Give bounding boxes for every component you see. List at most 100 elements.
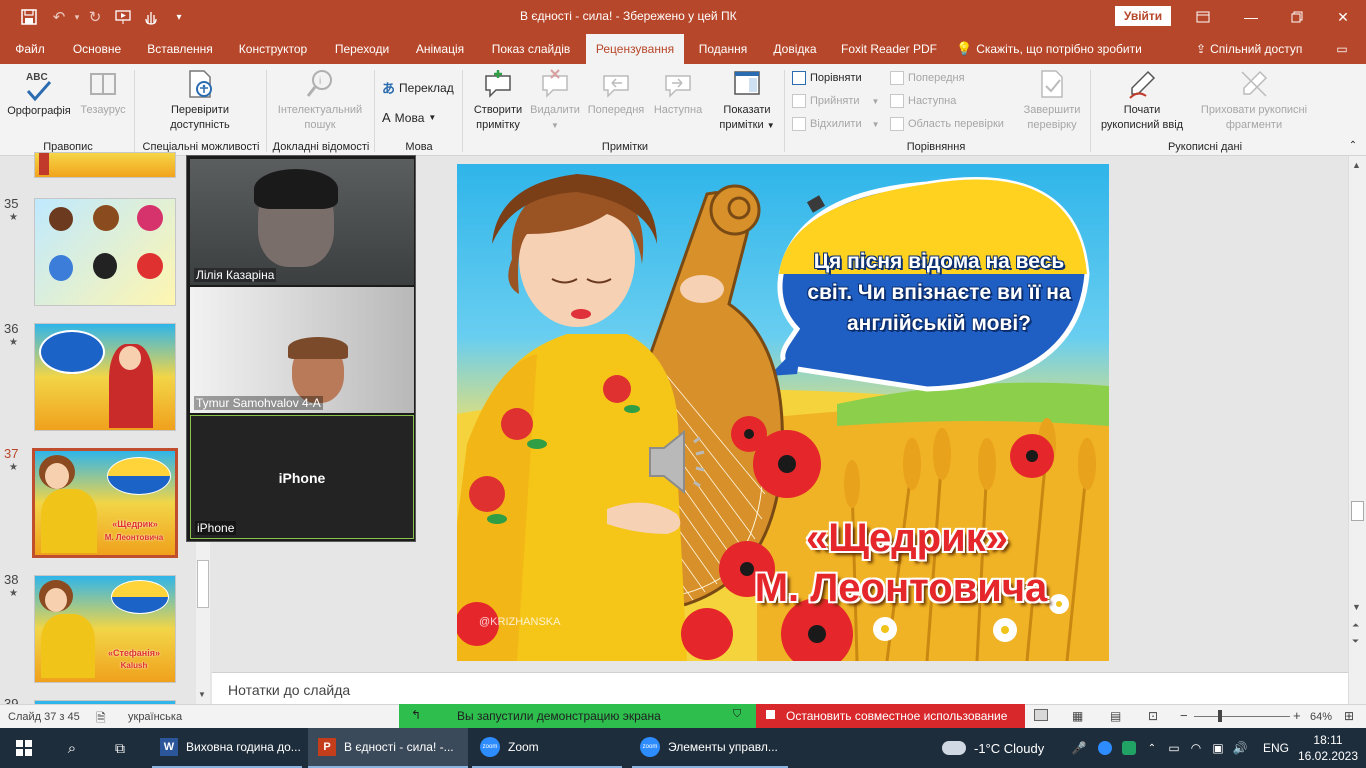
delete-comment-button[interactable]: Видалити ▼: [528, 68, 582, 133]
tab-slide-show[interactable]: Показ слайдів: [484, 34, 578, 64]
current-slide[interactable]: Ця пісня відома на весь світ. Чи впізнає…: [457, 164, 1109, 661]
slide-scrollbar[interactable]: ▲ ▼ ⏶ ⏷: [1348, 156, 1366, 704]
touch-mode-icon[interactable]: [140, 0, 162, 34]
redo-icon[interactable]: ↻: [84, 0, 106, 34]
slide-thumbnail-37[interactable]: «Щедрик» М. Леонтовича: [32, 448, 178, 558]
slide-counter[interactable]: Слайд 37 з 45: [8, 711, 80, 723]
video-tile-1[interactable]: Лілія Казаріна: [190, 159, 414, 285]
input-language[interactable]: ENG: [1262, 728, 1290, 768]
reading-view-icon[interactable]: ▤: [1110, 709, 1121, 723]
close-icon[interactable]: ✕: [1320, 0, 1366, 34]
clock-time: 18:11: [1313, 733, 1343, 747]
scroll-down-icon[interactable]: ▼: [198, 690, 206, 699]
slide-thumbnail-38[interactable]: «Стефанія» Kalush: [34, 575, 176, 683]
scroll-up-icon[interactable]: ▲: [1352, 160, 1361, 170]
hide-ink-button[interactable]: Приховати рукописні фрагменти: [1192, 68, 1316, 133]
volume-icon[interactable]: 🔊: [1232, 728, 1248, 768]
show-hidden-icons[interactable]: ⌃: [1144, 728, 1160, 768]
check-accessibility-button[interactable]: Перевірити доступність: [152, 68, 248, 133]
tab-foxit[interactable]: Foxit Reader PDF: [834, 34, 944, 64]
smart-lookup-button[interactable]: i Інтелектуальний пошук: [270, 68, 370, 133]
spelling-status-icon[interactable]: 🗎: [96, 709, 106, 730]
sign-in-button[interactable]: Увійти: [1115, 6, 1171, 26]
zoom-out-icon[interactable]: −: [1180, 708, 1188, 723]
tab-insert[interactable]: Вставлення: [140, 34, 220, 64]
scroll-down-icon[interactable]: ▼: [1352, 602, 1361, 612]
thumbnail-scroll-thumb[interactable]: [197, 560, 209, 608]
tab-design[interactable]: Конструктор: [230, 34, 316, 64]
compare-button[interactable]: Порівняти: [792, 71, 862, 85]
start-button[interactable]: [8, 728, 40, 768]
show-comments-button[interactable]: Показати примітки ▼: [714, 68, 780, 133]
save-icon[interactable]: [16, 0, 42, 34]
video-tile-3[interactable]: iPhone iPhone: [190, 415, 414, 539]
slide-scroll-thumb[interactable]: [1351, 501, 1364, 521]
notes-pane[interactable]: Нотатки до слайда: [212, 672, 1348, 704]
video-tile-2[interactable]: Tymur Samohvalov 4-А: [190, 287, 414, 413]
customize-toolbar-icon[interactable]: ▾: [172, 0, 186, 34]
previous-change-button[interactable]: Попередня: [890, 71, 965, 85]
minimize-icon[interactable]: —: [1228, 0, 1274, 34]
display-icon[interactable]: ▣: [1210, 728, 1226, 768]
ribbon-display-icon[interactable]: [1180, 0, 1226, 34]
zoom-level[interactable]: 64%: [1310, 711, 1332, 723]
previous-comment-button[interactable]: Попередня: [584, 68, 648, 118]
start-inking-button[interactable]: Почати рукописний ввід: [1094, 68, 1190, 133]
tell-me-search[interactable]: 💡 Скажіть, що потрібно зробити: [956, 34, 1152, 64]
weather-widget[interactable]: -1°C Cloudy: [942, 728, 1062, 768]
zoom-slider-thumb[interactable]: [1218, 710, 1222, 722]
taskbar-zoom-controls[interactable]: zoom Элементы управл...: [632, 728, 788, 768]
slide-thumbnail-35[interactable]: [34, 198, 176, 306]
previous-slide-icon[interactable]: ⏶: [1352, 620, 1359, 631]
zoom-video-panel[interactable]: Лілія Казаріна Tymur Samohvalov 4-А iPho…: [186, 155, 416, 542]
taskbar-word[interactable]: W Виховна година до...: [152, 728, 302, 768]
share-button[interactable]: ⇪ Спільний доступ: [1196, 34, 1318, 64]
task-view-icon[interactable]: ⧉: [104, 728, 136, 768]
tab-view[interactable]: Подання: [690, 34, 756, 64]
tray-app-icon[interactable]: [1120, 728, 1138, 768]
zoom-tray-icon[interactable]: [1096, 728, 1114, 768]
wifi-icon[interactable]: ◠: [1188, 728, 1204, 768]
present-from-start-icon[interactable]: [112, 0, 134, 34]
undo-dropdown-icon[interactable]: ▾: [70, 0, 84, 34]
slide-sorter-icon[interactable]: ▦: [1072, 709, 1083, 723]
slide-thumbnail-partial[interactable]: [34, 152, 176, 178]
comments-icon[interactable]: ▭: [1330, 34, 1354, 64]
language-status[interactable]: українська: [128, 711, 182, 723]
translate-button[interactable]: あ Переклад: [382, 78, 454, 97]
end-review-button[interactable]: Завершити перевірку: [1018, 68, 1086, 133]
fit-slide-icon[interactable]: ⊞: [1344, 709, 1354, 723]
collapse-ribbon-icon[interactable]: ⌃: [1346, 138, 1360, 153]
zoom-in-icon[interactable]: +: [1293, 708, 1301, 723]
clock[interactable]: 18:11 16.02.2023: [1298, 728, 1358, 768]
slide-thumbnail-36[interactable]: [34, 323, 176, 431]
undo-icon[interactable]: ↶: [48, 0, 70, 34]
search-icon[interactable]: ⌕: [56, 728, 88, 768]
stop-share-button[interactable]: Остановить совместное использование: [756, 704, 1025, 728]
network-icon[interactable]: ▭: [1166, 728, 1182, 768]
restore-icon[interactable]: [1274, 0, 1320, 34]
reviewing-pane-button[interactable]: Область перевірки: [890, 117, 1004, 131]
tab-animations[interactable]: Анімація: [406, 34, 474, 64]
microphone-icon[interactable]: 🎤: [1072, 728, 1087, 768]
slide-show-icon[interactable]: ⊡: [1148, 709, 1158, 723]
next-slide-icon[interactable]: ⏷: [1352, 636, 1359, 647]
thesaurus-button[interactable]: Тезаурус: [78, 68, 128, 118]
new-comment-button[interactable]: Створити примітку: [468, 68, 528, 133]
tab-home[interactable]: Основне: [62, 34, 132, 64]
zoom-slider[interactable]: [1194, 716, 1290, 717]
normal-view-icon[interactable]: [1034, 709, 1048, 721]
tab-review[interactable]: Рецензування: [586, 34, 684, 64]
spelling-button[interactable]: ABC Орфографія: [4, 68, 74, 119]
language-button[interactable]: A Мова ▼: [382, 110, 436, 125]
cloud-icon: [942, 741, 966, 755]
accept-button[interactable]: Прийняти ▼: [792, 94, 879, 108]
reject-button[interactable]: Відхилити ▼: [792, 117, 880, 131]
taskbar-powerpoint[interactable]: P В єдності - сила! -...: [308, 728, 468, 768]
tab-file[interactable]: Файл: [8, 34, 52, 64]
next-comment-button[interactable]: Наступна: [650, 68, 706, 118]
tab-transitions[interactable]: Переходи: [326, 34, 398, 64]
tab-help[interactable]: Довідка: [764, 34, 826, 64]
taskbar-zoom[interactable]: zoom Zoom: [472, 728, 622, 768]
next-change-button[interactable]: Наступна: [890, 94, 956, 108]
